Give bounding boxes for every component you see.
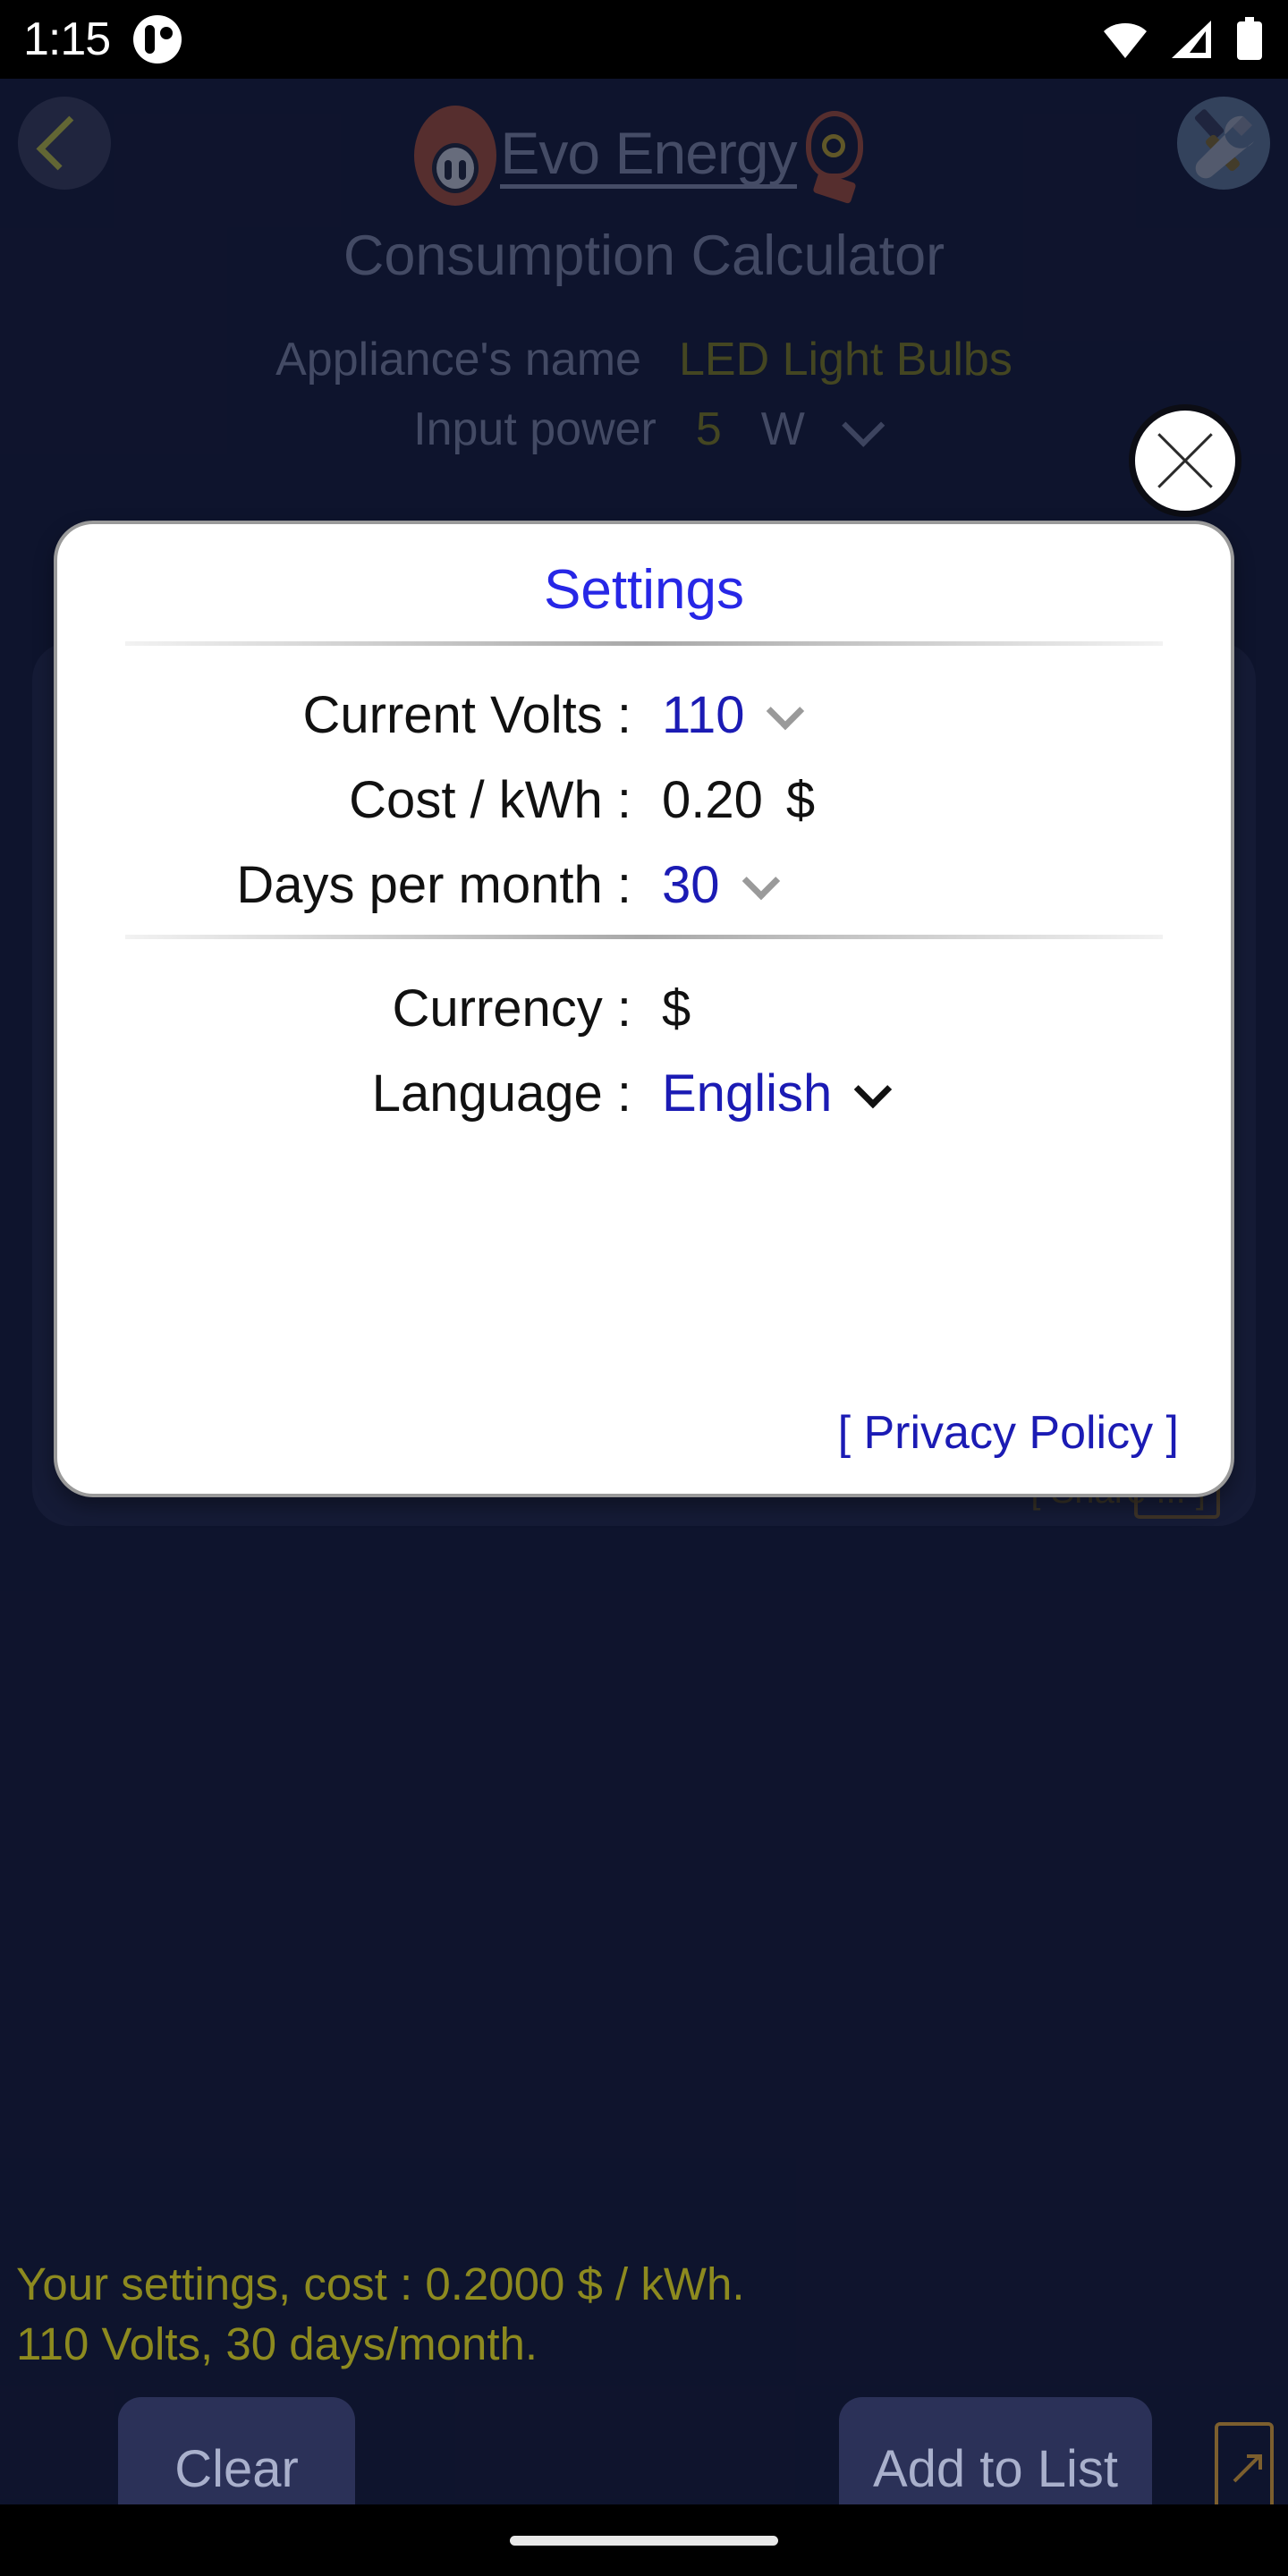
brand-text: Evo Energy	[500, 122, 798, 190]
status-time: 1:15	[23, 13, 111, 65]
input-power-label: Input power	[413, 403, 657, 455]
status-icons	[1100, 17, 1265, 62]
days-per-month-value[interactable]: 30	[662, 855, 720, 915]
language-label: Language :	[371, 1064, 631, 1123]
setting-row-currency[interactable]: Currency : $	[57, 979, 1231, 1038]
power-plug-icon	[414, 106, 497, 206]
chevron-down-icon[interactable]	[853, 1070, 893, 1108]
phone-screen: 1:15 Evo Energy Consumption Calculator A…	[0, 0, 1288, 2576]
appliance-name-label: Appliance's name	[275, 334, 641, 386]
setting-row-cost-per-kwh[interactable]: Cost / kWh : 0.20 $	[57, 770, 1231, 830]
days-per-month-label: Days per month :	[236, 856, 631, 914]
chevron-down-icon[interactable]	[741, 861, 780, 900]
notification-dot-icon	[133, 15, 182, 64]
language-value[interactable]: English	[662, 1063, 832, 1123]
settings-tools-button[interactable]	[1177, 97, 1270, 190]
appliance-name-input[interactable]: LED Light Bulbs	[679, 333, 1013, 386]
privacy-policy-link[interactable]: [ Privacy Policy ]	[838, 1406, 1179, 1460]
settings-dialog: Settings Current Volts : 110 Cost / kWh …	[54, 521, 1234, 1497]
setting-row-days-per-month[interactable]: Days per month : 30	[57, 855, 1231, 915]
cost-per-kwh-value[interactable]: 0.20	[662, 770, 763, 830]
cost-currency-symbol: $	[785, 771, 816, 829]
page-title: Consumption Calculator	[343, 225, 945, 287]
dialog-divider-middle	[125, 935, 1163, 939]
brand-logo: Evo Energy	[0, 106, 1288, 206]
input-power-row: Input power 5 W	[0, 402, 1288, 456]
app-header: Evo Energy	[0, 89, 1288, 206]
input-power-field[interactable]: 5	[696, 402, 722, 456]
currency-label: Currency :	[392, 979, 631, 1038]
wifi-icon	[1104, 23, 1147, 58]
close-dialog-button[interactable]	[1129, 404, 1241, 517]
appliance-name-row: Appliance's name LED Light Bulbs	[0, 333, 1288, 386]
home-indicator[interactable]	[510, 2535, 778, 2546]
chevron-down-icon[interactable]	[767, 691, 805, 730]
share-arrow-icon[interactable]	[1215, 2422, 1274, 2513]
settings-summary: Your settings, cost : 0.2000 $ / kWh. 11…	[16, 2254, 745, 2375]
currency-value[interactable]: $	[662, 979, 691, 1038]
current-volts-value[interactable]: 110	[662, 685, 744, 745]
battery-icon	[1237, 17, 1262, 60]
setting-row-language[interactable]: Language : English	[57, 1063, 1231, 1123]
cell-signal-icon	[1172, 21, 1211, 58]
cost-per-kwh-label: Cost / kWh :	[349, 771, 631, 829]
setting-row-current-volts[interactable]: Current Volts : 110	[57, 685, 1231, 745]
dialog-divider-top	[125, 641, 1163, 646]
system-nav-bar	[0, 2504, 1288, 2576]
tools-wrench-screwdriver-icon	[1194, 109, 1254, 179]
dialog-title: Settings	[543, 559, 745, 621]
power-unit-value[interactable]: W	[761, 402, 805, 456]
current-volts-label: Current Volts :	[302, 686, 631, 744]
chevron-down-icon[interactable]	[842, 403, 886, 447]
summary-line-volts: 110 Volts, 30 days/month.	[16, 2318, 538, 2370]
light-bulb-icon	[797, 109, 874, 205]
status-bar: 1:15	[0, 0, 1288, 79]
summary-line-cost: Your settings, cost : 0.2000 $ / kWh.	[16, 2258, 745, 2309]
